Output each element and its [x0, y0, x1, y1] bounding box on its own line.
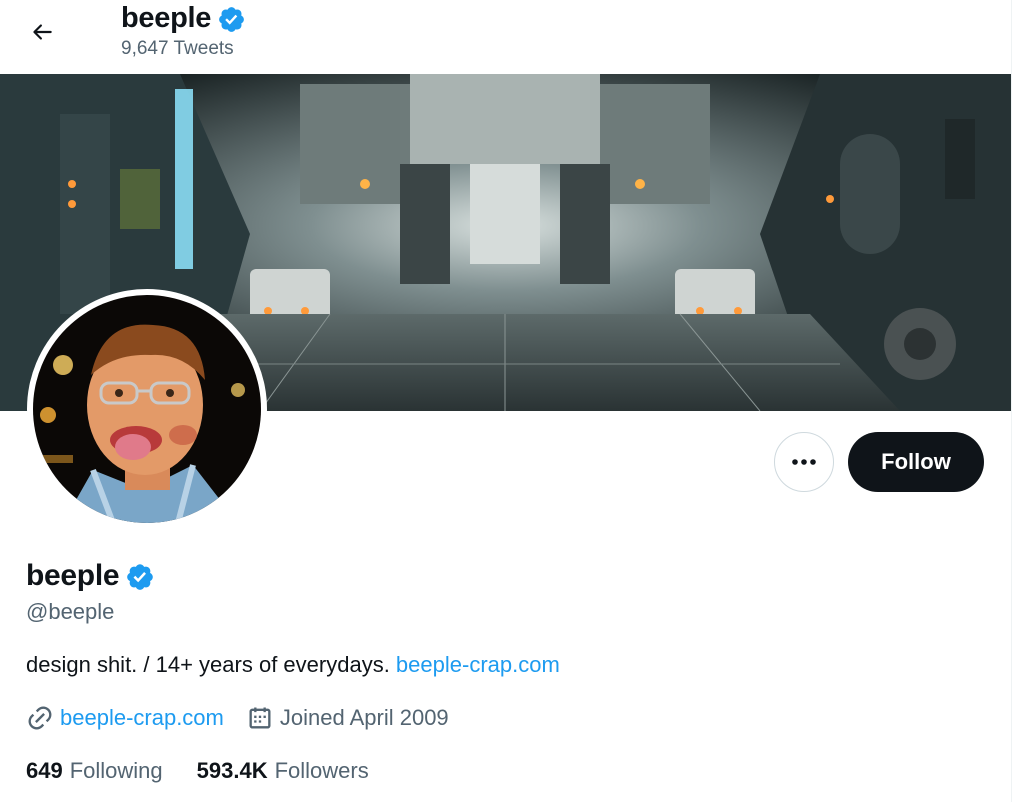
- header-name: beeple: [121, 2, 212, 34]
- website-link[interactable]: beeple-crap.com: [60, 705, 224, 731]
- following-count: 649: [26, 758, 63, 783]
- followers-stat[interactable]: 593.4K Followers: [197, 758, 369, 784]
- joined-item: Joined April 2009: [246, 704, 449, 732]
- followers-label: Followers: [274, 758, 369, 783]
- profile-header: beeple 9,647 Tweets: [0, 0, 1011, 74]
- bio-text: design shit. / 14+ years of everydays.: [26, 652, 396, 677]
- profile-handle: @beeple: [26, 599, 115, 624]
- more-dots-icon: [792, 459, 816, 465]
- verified-badge-icon: [127, 563, 154, 590]
- profile-name-row: beeple: [26, 556, 155, 596]
- back-button[interactable]: [20, 10, 64, 54]
- tweet-count: 9,647 Tweets: [121, 38, 234, 59]
- following-stat[interactable]: 649 Following: [26, 758, 163, 784]
- website-item: beeple-crap.com: [26, 704, 224, 732]
- header-title: beeple: [121, 1, 246, 35]
- calendar-icon: [246, 704, 274, 732]
- bio-link[interactable]: beeple-crap.com: [396, 652, 560, 677]
- joined-date: Joined April 2009: [279, 705, 449, 730]
- more-options-button[interactable]: [774, 432, 834, 492]
- profile-name: beeple: [26, 559, 120, 592]
- arrow-left-icon: [33, 24, 52, 40]
- avatar-photo: [33, 295, 261, 523]
- verified-badge-icon: [219, 6, 244, 32]
- profile-avatar[interactable]: [27, 289, 267, 529]
- followers-count: 593.4K: [196, 758, 268, 783]
- profile-bio: design shit. / 14+ years of everydays. b…: [26, 652, 560, 678]
- follow-button[interactable]: Follow: [848, 432, 984, 492]
- following-label: Following: [69, 758, 163, 783]
- column-border: [1011, 0, 1012, 802]
- link-icon: [26, 704, 54, 732]
- profile-stats: 649 Following 593.4K Followers: [26, 758, 369, 784]
- profile-meta: beeple-crap.com Joined April 2009: [26, 704, 449, 732]
